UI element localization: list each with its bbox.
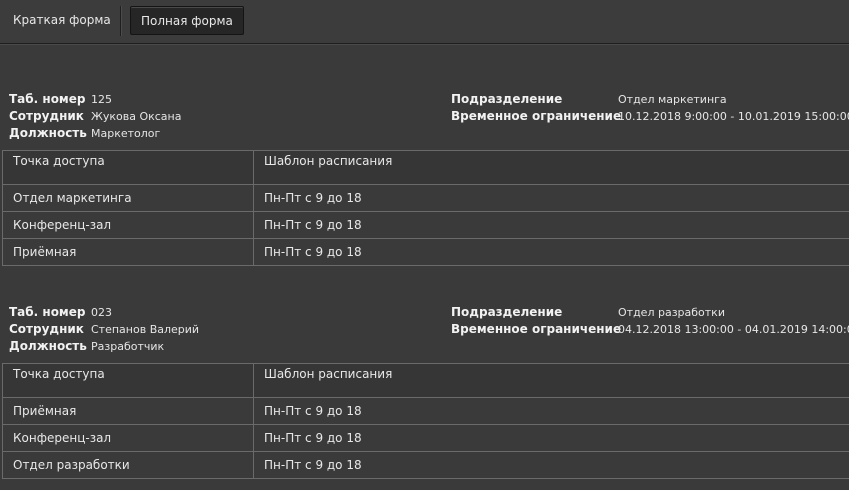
- employee-card: Таб. номер 125 Сотрудник Жукова Оксана Д…: [0, 91, 849, 266]
- table-row[interactable]: Приёмная Пн-Пт с 9 до 18: [2, 397, 849, 425]
- department-value: Отдел маркетинга: [618, 93, 727, 106]
- position-label: Должность: [9, 339, 87, 353]
- access-point-cell: Конференц-зал: [2, 211, 254, 239]
- tab-number-value: 023: [91, 306, 112, 319]
- access-point-cell: Отдел разработки: [2, 451, 254, 479]
- access-point-cell: Конференц-зал: [2, 424, 254, 452]
- access-point-cell: Приёмная: [2, 397, 254, 425]
- schedule-cell: Пн-Пт с 9 до 18: [253, 211, 849, 239]
- table-row[interactable]: Отдел разработки Пн-Пт с 9 до 18: [2, 451, 849, 479]
- position-value: Маркетолог: [91, 127, 161, 140]
- employee-value: Степанов Валерий: [91, 323, 200, 336]
- employee-info: Таб. номер 125 Сотрудник Жукова Оксана Д…: [0, 91, 849, 149]
- department-value: Отдел разработки: [618, 306, 725, 319]
- tab-full-form[interactable]: Полная форма: [130, 6, 244, 35]
- table-row[interactable]: Конференц-зал Пн-Пт с 9 до 18: [2, 424, 849, 452]
- employee-value: Жукова Оксана: [91, 110, 182, 123]
- table-row[interactable]: Отдел маркетинга Пн-Пт с 9 до 18: [2, 184, 849, 212]
- access-table: Точка доступа Шаблон расписания Приёмная…: [2, 363, 849, 479]
- view-toolbar: Краткая форма Полная форма: [0, 0, 849, 44]
- schedule-cell: Пн-Пт с 9 до 18: [253, 238, 849, 266]
- employee-info: Таб. номер 023 Сотрудник Степанов Валери…: [0, 304, 849, 362]
- employee-label: Сотрудник: [9, 322, 84, 336]
- column-header-schedule: Шаблон расписания: [253, 150, 849, 185]
- column-header-schedule: Шаблон расписания: [253, 363, 849, 398]
- table-header: Точка доступа Шаблон расписания: [2, 363, 849, 398]
- access-point-cell: Приёмная: [2, 238, 254, 266]
- tab-number-value: 125: [91, 93, 112, 106]
- schedule-cell: Пн-Пт с 9 до 18: [253, 397, 849, 425]
- employee-label: Сотрудник: [9, 109, 84, 123]
- schedule-cell: Пн-Пт с 9 до 18: [253, 451, 849, 479]
- department-label: Подразделение: [451, 92, 563, 106]
- column-header-access-point: Точка доступа: [2, 363, 254, 398]
- employee-card: Таб. номер 023 Сотрудник Степанов Валери…: [0, 304, 849, 479]
- table-row[interactable]: Конференц-зал Пн-Пт с 9 до 18: [2, 211, 849, 239]
- tab-number-label: Таб. номер: [9, 92, 86, 106]
- access-table: Точка доступа Шаблон расписания Отдел ма…: [2, 150, 849, 266]
- schedule-cell: Пн-Пт с 9 до 18: [253, 424, 849, 452]
- tab-divider: [120, 6, 121, 36]
- tab-number-label: Таб. номер: [9, 305, 86, 319]
- time-limit-value: 10.12.2018 9:00:00 - 10.01.2019 15:00:00: [618, 110, 849, 123]
- time-limit-label: Временное ограничение: [451, 322, 622, 336]
- time-limit-value: 04.12.2018 13:00:00 - 04.01.2019 14:00:0…: [618, 323, 849, 336]
- column-header-access-point: Точка доступа: [2, 150, 254, 185]
- access-point-cell: Отдел маркетинга: [2, 184, 254, 212]
- table-header: Точка доступа Шаблон расписания: [2, 150, 849, 185]
- table-row[interactable]: Приёмная Пн-Пт с 9 до 18: [2, 238, 849, 266]
- position-label: Должность: [9, 126, 87, 140]
- tab-short-form[interactable]: Краткая форма: [3, 6, 121, 35]
- time-limit-label: Временное ограничение: [451, 109, 622, 123]
- position-value: Разработчик: [91, 340, 165, 353]
- schedule-cell: Пн-Пт с 9 до 18: [253, 184, 849, 212]
- department-label: Подразделение: [451, 305, 563, 319]
